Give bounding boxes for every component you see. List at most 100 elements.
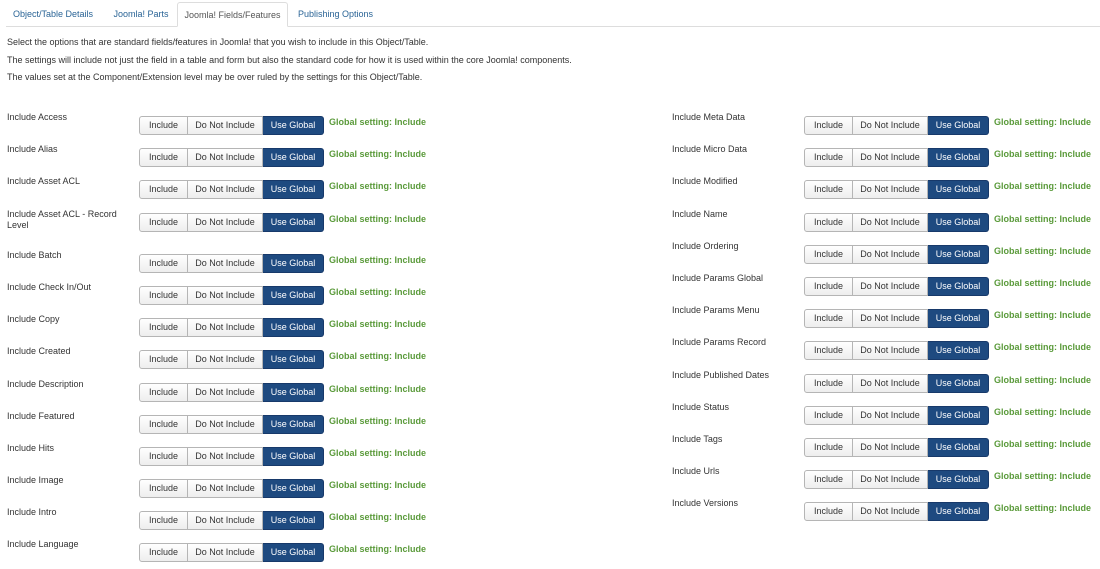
do-not-include-button[interactable]: Do Not Include bbox=[188, 543, 263, 562]
use-global-button[interactable]: Use Global bbox=[928, 213, 989, 232]
do-not-include-button[interactable]: Do Not Include bbox=[188, 318, 263, 337]
tab-object-table-details[interactable]: Object/Table Details bbox=[6, 2, 100, 26]
use-global-button[interactable]: Use Global bbox=[263, 383, 324, 402]
include-button[interactable]: Include bbox=[139, 511, 188, 530]
do-not-include-button[interactable]: Do Not Include bbox=[853, 406, 928, 425]
do-not-include-button[interactable]: Do Not Include bbox=[188, 511, 263, 530]
option-button-group: Include Do Not Include Use Global bbox=[804, 213, 989, 232]
use-global-button[interactable]: Use Global bbox=[263, 254, 324, 273]
include-button[interactable]: Include bbox=[804, 502, 853, 521]
include-button[interactable]: Include bbox=[139, 415, 188, 434]
include-button[interactable]: Include bbox=[139, 286, 188, 305]
include-button[interactable]: Include bbox=[804, 374, 853, 393]
do-not-include-button[interactable]: Do Not Include bbox=[188, 286, 263, 305]
do-not-include-button[interactable]: Do Not Include bbox=[188, 116, 263, 135]
do-not-include-button[interactable]: Do Not Include bbox=[853, 277, 928, 296]
option-button-group: Include Do Not Include Use Global bbox=[139, 511, 324, 530]
use-global-button[interactable]: Use Global bbox=[928, 245, 989, 264]
do-not-include-button[interactable]: Do Not Include bbox=[853, 502, 928, 521]
use-global-button[interactable]: Use Global bbox=[928, 180, 989, 199]
do-not-include-button[interactable]: Do Not Include bbox=[853, 374, 928, 393]
include-button[interactable]: Include bbox=[139, 383, 188, 402]
include-button[interactable]: Include bbox=[139, 479, 188, 498]
use-global-button[interactable]: Use Global bbox=[263, 213, 324, 232]
field-label: Include Featured bbox=[7, 411, 75, 421]
do-not-include-button[interactable]: Do Not Include bbox=[188, 148, 263, 167]
include-button[interactable]: Include bbox=[804, 277, 853, 296]
include-button[interactable]: Include bbox=[139, 543, 188, 562]
do-not-include-button[interactable]: Do Not Include bbox=[188, 447, 263, 466]
do-not-include-button[interactable]: Do Not Include bbox=[188, 415, 263, 434]
do-not-include-button[interactable]: Do Not Include bbox=[853, 309, 928, 328]
do-not-include-button[interactable]: Do Not Include bbox=[853, 213, 928, 232]
use-global-button[interactable]: Use Global bbox=[928, 309, 989, 328]
option-button-group: Include Do Not Include Use Global bbox=[804, 406, 989, 425]
option-button-group: Include Do Not Include Use Global bbox=[139, 479, 324, 498]
include-button[interactable]: Include bbox=[139, 180, 188, 199]
do-not-include-button[interactable]: Do Not Include bbox=[853, 245, 928, 264]
use-global-button[interactable]: Use Global bbox=[263, 415, 324, 434]
use-global-button[interactable]: Use Global bbox=[928, 406, 989, 425]
field-label: Include Params Record bbox=[672, 337, 767, 347]
do-not-include-button[interactable]: Do Not Include bbox=[188, 350, 263, 369]
do-not-include-button[interactable]: Do Not Include bbox=[853, 116, 928, 135]
do-not-include-button[interactable]: Do Not Include bbox=[853, 180, 928, 199]
include-button[interactable]: Include bbox=[804, 470, 853, 489]
include-button[interactable]: Include bbox=[139, 148, 188, 167]
tab-publishing-options[interactable]: Publishing Options bbox=[288, 2, 383, 26]
use-global-button[interactable]: Use Global bbox=[263, 543, 324, 562]
global-setting-note: Global setting: Include bbox=[994, 342, 1092, 352]
use-global-button[interactable]: Use Global bbox=[928, 341, 989, 360]
field-label: Include Micro Data bbox=[672, 144, 748, 154]
use-global-button[interactable]: Use Global bbox=[263, 447, 324, 466]
do-not-include-button[interactable]: Do Not Include bbox=[188, 180, 263, 199]
include-button[interactable]: Include bbox=[139, 318, 188, 337]
include-button[interactable]: Include bbox=[804, 309, 853, 328]
use-global-button[interactable]: Use Global bbox=[928, 148, 989, 167]
use-global-button[interactable]: Use Global bbox=[928, 277, 989, 296]
include-button[interactable]: Include bbox=[139, 350, 188, 369]
include-button[interactable]: Include bbox=[139, 447, 188, 466]
do-not-include-button[interactable]: Do Not Include bbox=[188, 479, 263, 498]
include-button[interactable]: Include bbox=[804, 406, 853, 425]
tab-bar: Object/Table Details Joomla! Parts Jooml… bbox=[6, 2, 1100, 27]
use-global-button[interactable]: Use Global bbox=[263, 350, 324, 369]
option-button-group: Include Do Not Include Use Global bbox=[139, 180, 324, 199]
tab-joomla-parts[interactable]: Joomla! Parts bbox=[104, 2, 178, 26]
do-not-include-button[interactable]: Do Not Include bbox=[853, 438, 928, 457]
include-button[interactable]: Include bbox=[804, 116, 853, 135]
use-global-button[interactable]: Use Global bbox=[928, 116, 989, 135]
include-button[interactable]: Include bbox=[804, 438, 853, 457]
do-not-include-button[interactable]: Do Not Include bbox=[853, 470, 928, 489]
do-not-include-button[interactable]: Do Not Include bbox=[188, 254, 263, 273]
use-global-button[interactable]: Use Global bbox=[263, 286, 324, 305]
include-button[interactable]: Include bbox=[804, 245, 853, 264]
use-global-button[interactable]: Use Global bbox=[928, 470, 989, 489]
option-button-group: Include Do Not Include Use Global bbox=[139, 383, 324, 402]
use-global-button[interactable]: Use Global bbox=[263, 511, 324, 530]
do-not-include-button[interactable]: Do Not Include bbox=[188, 213, 263, 232]
include-button[interactable]: Include bbox=[804, 213, 853, 232]
include-button[interactable]: Include bbox=[139, 213, 188, 232]
option-button-group: Include Do Not Include Use Global bbox=[804, 470, 989, 489]
include-button[interactable]: Include bbox=[804, 148, 853, 167]
use-global-button[interactable]: Use Global bbox=[263, 116, 324, 135]
use-global-button[interactable]: Use Global bbox=[263, 318, 324, 337]
option-button-group: Include Do Not Include Use Global bbox=[804, 341, 989, 360]
global-setting-note: Global setting: Include bbox=[329, 255, 427, 265]
use-global-button[interactable]: Use Global bbox=[928, 374, 989, 393]
include-button[interactable]: Include bbox=[139, 116, 188, 135]
use-global-button[interactable]: Use Global bbox=[928, 438, 989, 457]
use-global-button[interactable]: Use Global bbox=[263, 180, 324, 199]
include-button[interactable]: Include bbox=[139, 254, 188, 273]
use-global-button[interactable]: Use Global bbox=[263, 148, 324, 167]
include-button[interactable]: Include bbox=[804, 341, 853, 360]
use-global-button[interactable]: Use Global bbox=[263, 479, 324, 498]
field-label: Include Access bbox=[7, 112, 68, 122]
tab-joomla-fields-features[interactable]: Joomla! Fields/Features bbox=[177, 2, 288, 27]
use-global-button[interactable]: Use Global bbox=[928, 502, 989, 521]
do-not-include-button[interactable]: Do Not Include bbox=[853, 341, 928, 360]
do-not-include-button[interactable]: Do Not Include bbox=[853, 148, 928, 167]
do-not-include-button[interactable]: Do Not Include bbox=[188, 383, 263, 402]
include-button[interactable]: Include bbox=[804, 180, 853, 199]
